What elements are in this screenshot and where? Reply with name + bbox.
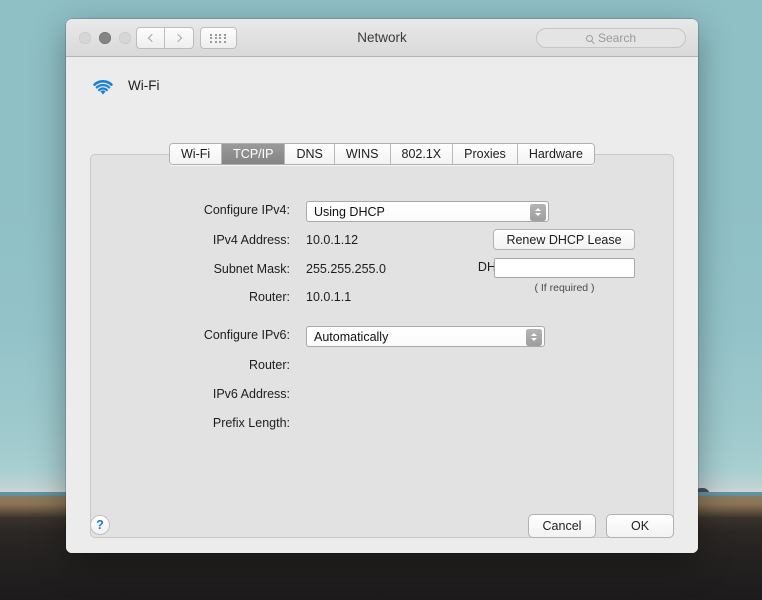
subnet-mask-label-row: Subnet Mask: <box>90 262 290 276</box>
configure-ipv4-value: Using DHCP <box>314 205 385 219</box>
tab-wifi[interactable]: Wi-Fi <box>170 144 222 164</box>
configure-ipv4-popup[interactable]: Using DHCP <box>306 201 549 222</box>
configure-ipv6-value: Automatically <box>314 330 388 344</box>
search-field[interactable]: Search <box>536 28 686 48</box>
search-icon <box>586 35 593 42</box>
ipv6-router-label-row: Router: <box>90 358 290 372</box>
tab-tcpip[interactable]: TCP/IP <box>222 144 285 164</box>
search-placeholder: Search <box>598 31 636 45</box>
footer-buttons: Cancel OK <box>528 514 674 538</box>
ipv6-router-label: Router: <box>249 358 290 372</box>
chevron-updown-icon <box>526 329 542 346</box>
configure-ipv4-label-row: Configure IPv4: <box>90 203 290 217</box>
tab-dns[interactable]: DNS <box>285 144 334 164</box>
tab-hardware[interactable]: Hardware <box>518 144 594 164</box>
dhcp-client-id-hint: ( If required ) <box>494 282 635 294</box>
network-preferences-window: Network Search Wi-Fi Wi-Fi TCP/IP DNS <box>66 19 698 553</box>
tab-8021x[interactable]: 802.1X <box>391 144 454 164</box>
subnet-mask-value: 255.255.255.0 <box>306 262 386 276</box>
ipv4-router-label-row: Router: <box>90 290 290 304</box>
service-header: Wi-Fi <box>90 75 159 96</box>
ipv4-address-label-row: IPv4 Address: <box>90 233 290 247</box>
ok-button[interactable]: OK <box>606 514 674 538</box>
chevron-updown-icon <box>530 204 546 221</box>
renew-dhcp-lease-button[interactable]: Renew DHCP Lease <box>493 229 635 250</box>
ipv4-router-value-row: 10.0.1.1 <box>306 290 351 304</box>
configure-ipv6-label-row: Configure IPv6: <box>90 328 290 342</box>
tab-bar: Wi-Fi TCP/IP DNS WINS 802.1X Proxies Har… <box>66 143 698 165</box>
prefix-length-label: Prefix Length: <box>213 416 290 430</box>
window-body: Wi-Fi Wi-Fi TCP/IP DNS WINS 802.1X Proxi… <box>66 57 698 553</box>
ipv4-router-label: Router: <box>249 290 290 304</box>
dhcp-client-id-field[interactable] <box>494 258 635 278</box>
ipv4-router-value: 10.0.1.1 <box>306 290 351 304</box>
ipv4-address-value-row: 10.0.1.12 <box>306 233 358 247</box>
ipv4-address-value: 10.0.1.12 <box>306 233 358 247</box>
subnet-mask-label: Subnet Mask: <box>214 262 290 276</box>
cancel-button[interactable]: Cancel <box>528 514 596 538</box>
service-name: Wi-Fi <box>128 78 159 93</box>
wifi-icon <box>90 75 116 96</box>
prefix-length-label-row: Prefix Length: <box>90 416 290 430</box>
ipv6-address-label-row: IPv6 Address: <box>90 387 290 401</box>
configure-ipv4-label: Configure IPv4: <box>204 203 290 217</box>
ipv4-address-label: IPv4 Address: <box>213 233 290 247</box>
configure-ipv6-popup[interactable]: Automatically <box>306 326 545 347</box>
window-titlebar: Network Search <box>66 19 698 57</box>
tab-wins[interactable]: WINS <box>335 144 391 164</box>
subnet-mask-value-row: 255.255.255.0 <box>306 262 386 276</box>
configure-ipv6-label: Configure IPv6: <box>204 328 290 342</box>
tab-proxies[interactable]: Proxies <box>453 144 518 164</box>
ipv6-address-label: IPv6 Address: <box>213 387 290 401</box>
help-button[interactable]: ? <box>90 515 110 535</box>
